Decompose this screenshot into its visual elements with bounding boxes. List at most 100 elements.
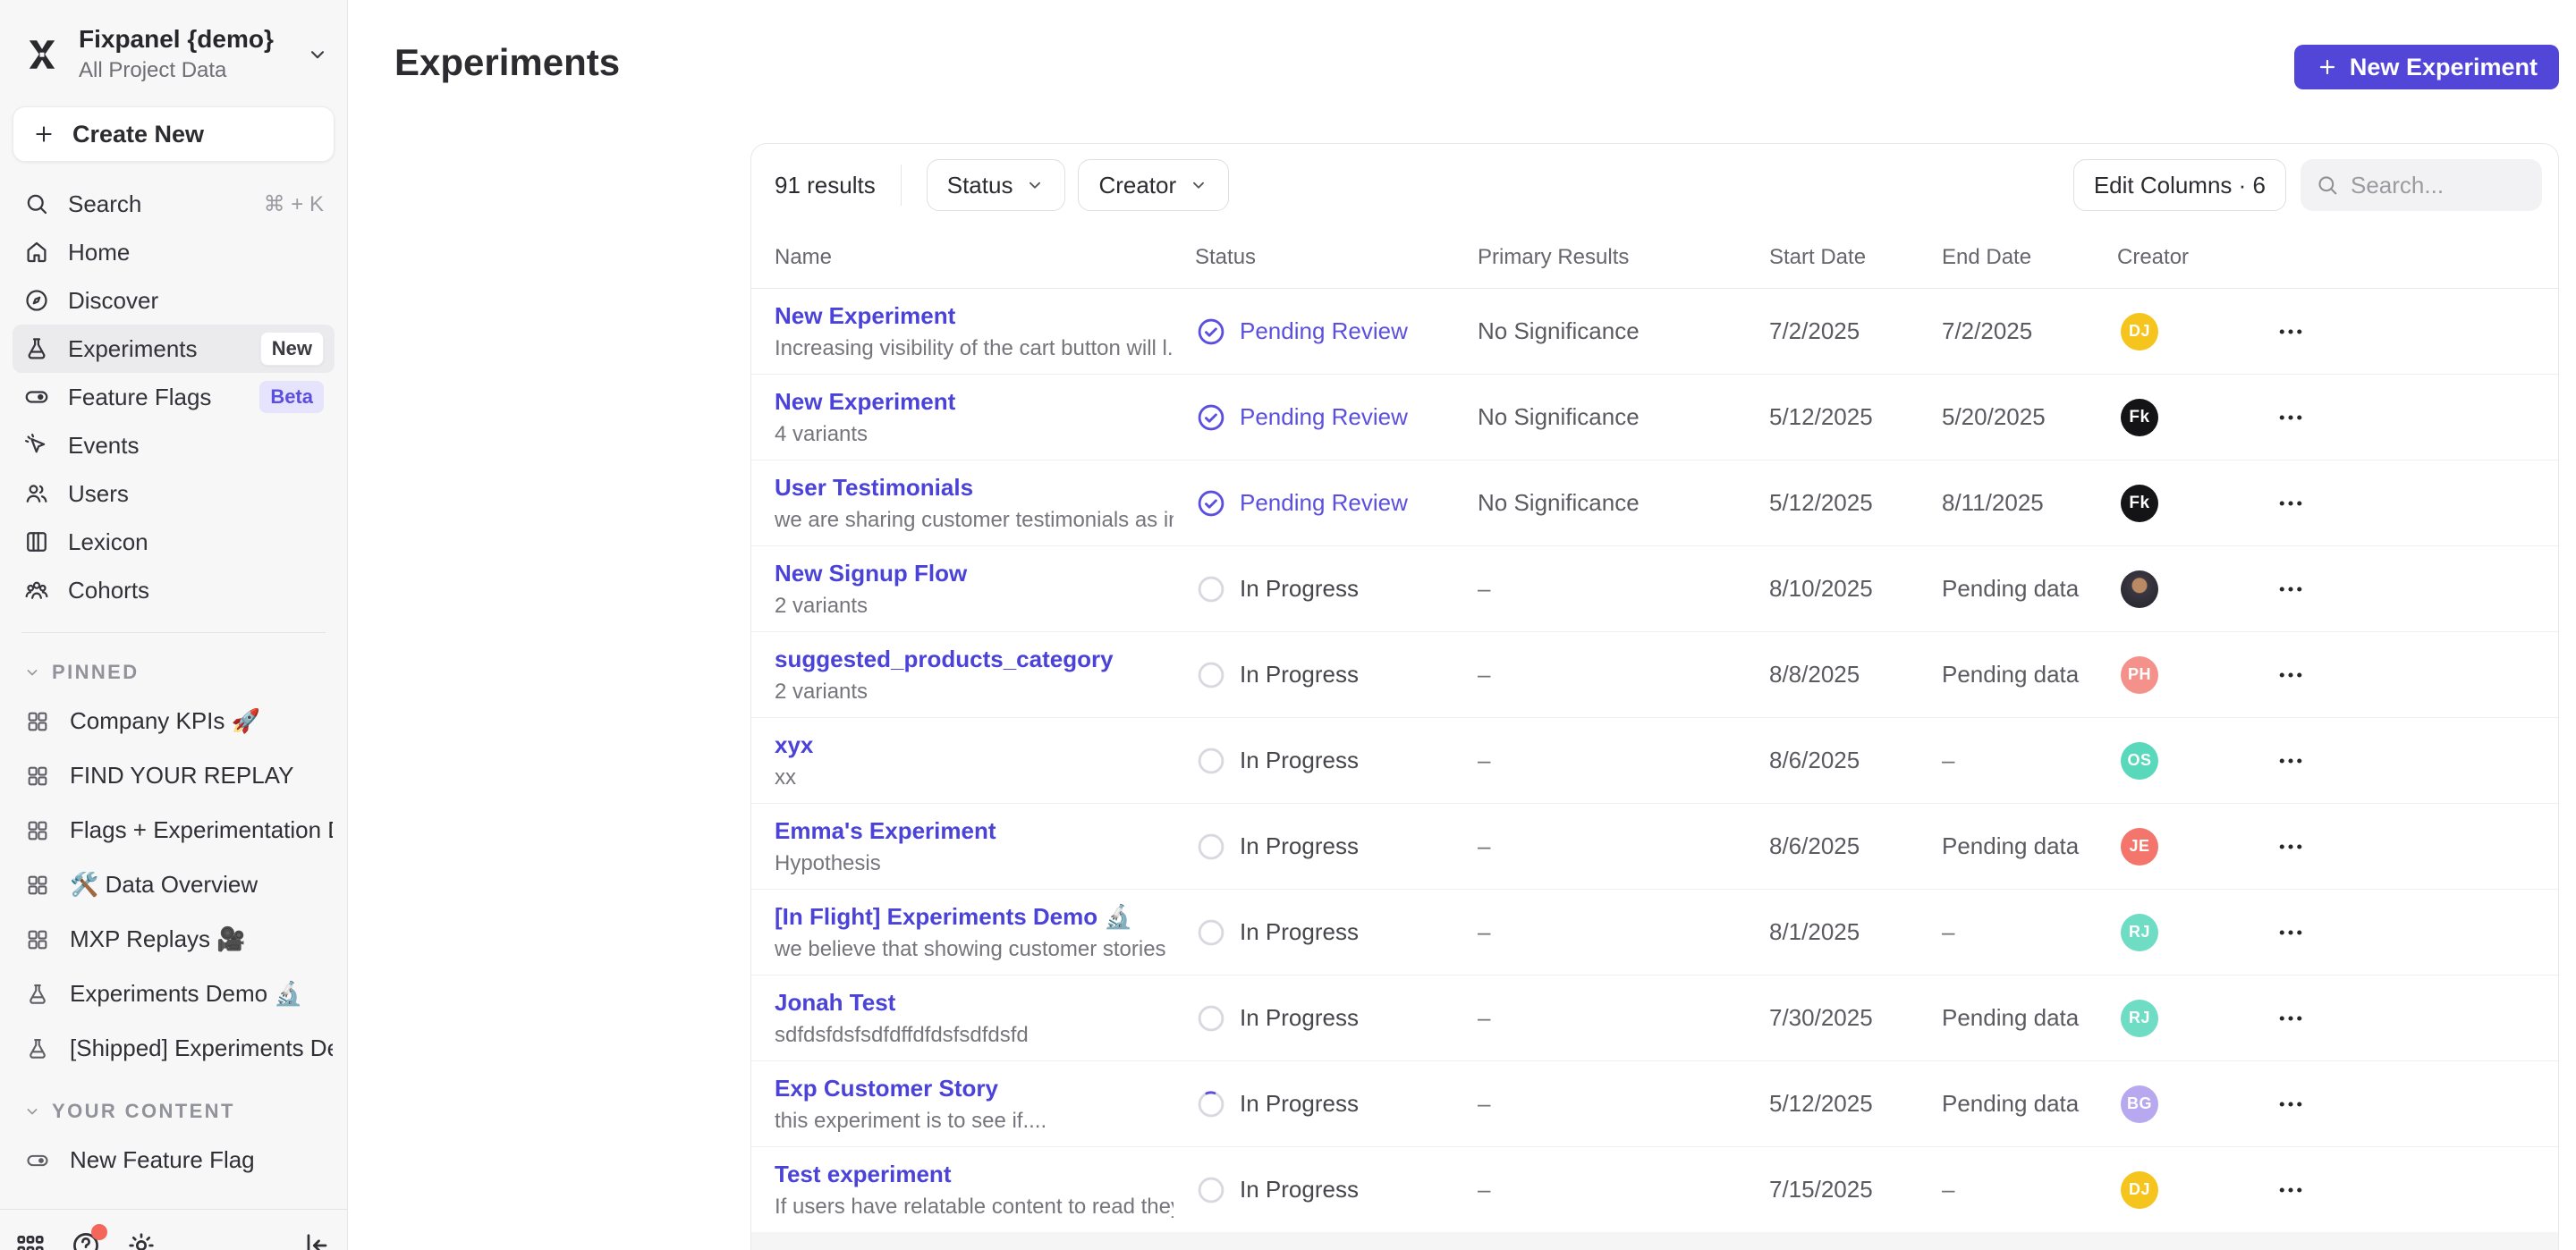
primary-results-value: – [1478, 918, 1490, 946]
primary-results-cell: No Significance [1478, 403, 1769, 431]
filter-creator[interactable]: Creator [1078, 159, 1229, 211]
sidebar-item-home[interactable]: Home [13, 228, 335, 276]
actions-cell [2267, 654, 2535, 697]
table-scroll-track [751, 1232, 2558, 1250]
sidebar-item-find-your-replay[interactable]: FIND YOUR REPLAY [0, 748, 347, 803]
sidebar-item-experiments-demo[interactable]: Experiments Demo 🔬 [0, 967, 347, 1021]
table-row[interactable]: New Signup Flow 2 variants In Progress–8… [751, 546, 2558, 632]
sidebar-item-company-kpis[interactable]: Company KPIs 🚀 [0, 694, 347, 748]
sidebar-item-label: [Shipped] Experiments Demo 🖊️ [70, 1035, 333, 1062]
sidebar-item-shipped-experiments-demo[interactable]: [Shipped] Experiments Demo 🖊️ [0, 1021, 347, 1076]
table-row[interactable]: Exp Customer Story this experiment is to… [751, 1061, 2558, 1147]
row-actions-button[interactable] [2269, 1169, 2312, 1212]
table-row[interactable]: Test experiment If users have relatable … [751, 1147, 2558, 1233]
sidebar-item-lexicon[interactable]: Lexicon [13, 518, 335, 566]
creator-cell: PH [2117, 656, 2267, 694]
sidebar-item-search[interactable]: Search⌘ + K [13, 180, 335, 228]
sidebar-item-experiments[interactable]: ExperimentsNew [13, 325, 335, 373]
table-row[interactable]: xyx xx In Progress–8/6/2025–OS [751, 718, 2558, 804]
section-toggle-pinned[interactable]: PINNED [0, 651, 347, 694]
filter-label: Status [947, 172, 1013, 199]
table-row[interactable]: suggested_products_category 2 variants I… [751, 632, 2558, 718]
primary-results-value: – [1478, 832, 1490, 860]
primary-results-cell: – [1478, 918, 1769, 946]
status-progress-icon [1195, 1174, 1227, 1206]
experiment-link[interactable]: User Testimonials [775, 474, 1174, 502]
experiment-link[interactable]: Jonah Test [775, 989, 1174, 1017]
experiment-link[interactable]: New Experiment [775, 388, 1174, 416]
end-date-value: Pending data [1942, 575, 2079, 603]
sidebar-item-discover[interactable]: Discover [13, 276, 335, 325]
experiment-link[interactable]: New Signup Flow [775, 560, 1174, 587]
sidebar-item-cohorts[interactable]: Cohorts [13, 566, 335, 614]
primary-results-value: – [1478, 1176, 1490, 1204]
collapse-sidebar-button[interactable] [299, 1229, 331, 1250]
table-row[interactable]: Emma's Experiment Hypothesis In Progress… [751, 804, 2558, 890]
creator-avatar: RJ [2121, 914, 2158, 951]
row-actions-button[interactable] [2269, 568, 2312, 611]
edit-columns-button[interactable]: Edit Columns · 6 [2073, 159, 2286, 211]
start-date-value: 7/15/2025 [1769, 1176, 1873, 1204]
column-header-creator: Creator [2117, 245, 2267, 270]
end-date-cell: Pending data [1942, 575, 2117, 603]
create-new-button[interactable]: Create New [13, 106, 335, 162]
row-actions-button[interactable] [2269, 825, 2312, 868]
search-box[interactable] [2301, 159, 2542, 211]
help-button[interactable] [70, 1229, 102, 1250]
status-progress-icon [1195, 745, 1227, 777]
table-row[interactable]: User Testimonials we are sharing custome… [751, 460, 2558, 546]
status-cell: Pending Review [1195, 316, 1478, 348]
experiment-link[interactable]: New Experiment [775, 302, 1174, 330]
experiment-link[interactable]: Test experiment [775, 1161, 1174, 1188]
sidebar-item-users[interactable]: Users [13, 469, 335, 518]
row-actions-button[interactable] [2269, 654, 2312, 697]
experiment-link[interactable]: Exp Customer Story [775, 1075, 1174, 1102]
settings-button[interactable] [125, 1229, 157, 1250]
beta-badge: Beta [259, 381, 324, 413]
sidebar-item-feature-flags[interactable]: Feature FlagsBeta [13, 373, 335, 421]
workspace-switcher[interactable]: Fixpanel {demo} All Project Data [0, 0, 347, 99]
section-toggle-your-content[interactable]: YOUR CONTENT [0, 1090, 347, 1133]
experiment-link[interactable]: Emma's Experiment [775, 817, 1174, 845]
row-actions-button[interactable] [2269, 911, 2312, 954]
primary-results-cell: – [1478, 1176, 1769, 1204]
row-actions-button[interactable] [2269, 396, 2312, 439]
notification-dot [91, 1224, 107, 1240]
experiment-link[interactable]: [In Flight] Experiments Demo 🔬 [775, 903, 1174, 931]
status-label: In Progress [1240, 575, 1359, 603]
primary-results-cell: – [1478, 832, 1769, 860]
filter-status[interactable]: Status [927, 159, 1066, 211]
sidebar-item-flags-experimentation-demo[interactable]: Flags + Experimentation Demo 🧪 [0, 803, 347, 857]
experiment-link[interactable]: xyx [775, 731, 1174, 759]
experiment-subtitle: 4 variants [775, 422, 1174, 447]
start-date-cell: 7/30/2025 [1769, 1004, 1942, 1032]
experiment-subtitle: Increasing visibility of the cart button… [775, 336, 1174, 361]
sidebar-item-label: Search [68, 190, 141, 218]
sidebar-item-data-overview[interactable]: 🛠️ Data Overview [0, 857, 347, 912]
sidebar-item-label: Discover [68, 287, 158, 315]
table-row[interactable]: [In Flight] Experiments Demo 🔬 we believ… [751, 890, 2558, 976]
row-actions-button[interactable] [2269, 482, 2312, 525]
row-actions-button[interactable] [2269, 739, 2312, 782]
table-row[interactable]: Jonah Test sdfdsfdsfsdfdffdfdsfsdfdsfd I… [751, 976, 2558, 1061]
sidebar-item-new-feature-flag[interactable]: New Feature Flag [0, 1133, 347, 1187]
sidebar-item-label: FIND YOUR REPLAY [70, 762, 293, 790]
actions-cell [2267, 739, 2535, 782]
row-actions-button[interactable] [2269, 310, 2312, 353]
new-experiment-button[interactable]: New Experiment [2294, 45, 2559, 89]
apps-button[interactable] [14, 1229, 47, 1250]
flask-icon [25, 1036, 50, 1061]
sidebar-item-events[interactable]: Events [13, 421, 335, 469]
table-row[interactable]: New Experiment Increasing visibility of … [751, 289, 2558, 375]
board-icon [25, 764, 50, 789]
primary-results-cell: – [1478, 1004, 1769, 1032]
start-date-cell: 5/12/2025 [1769, 489, 1942, 517]
row-actions-button[interactable] [2269, 997, 2312, 1040]
search-input[interactable] [2351, 172, 2528, 199]
primary-results-cell: No Significance [1478, 317, 1769, 345]
sidebar-item-label: Cohorts [68, 577, 149, 604]
table-row[interactable]: New Experiment 4 variants Pending Review… [751, 375, 2558, 460]
experiment-link[interactable]: suggested_products_category [775, 646, 1174, 673]
row-actions-button[interactable] [2269, 1083, 2312, 1126]
sidebar-item-mxp-replays[interactable]: MXP Replays 🎥 [0, 912, 347, 967]
